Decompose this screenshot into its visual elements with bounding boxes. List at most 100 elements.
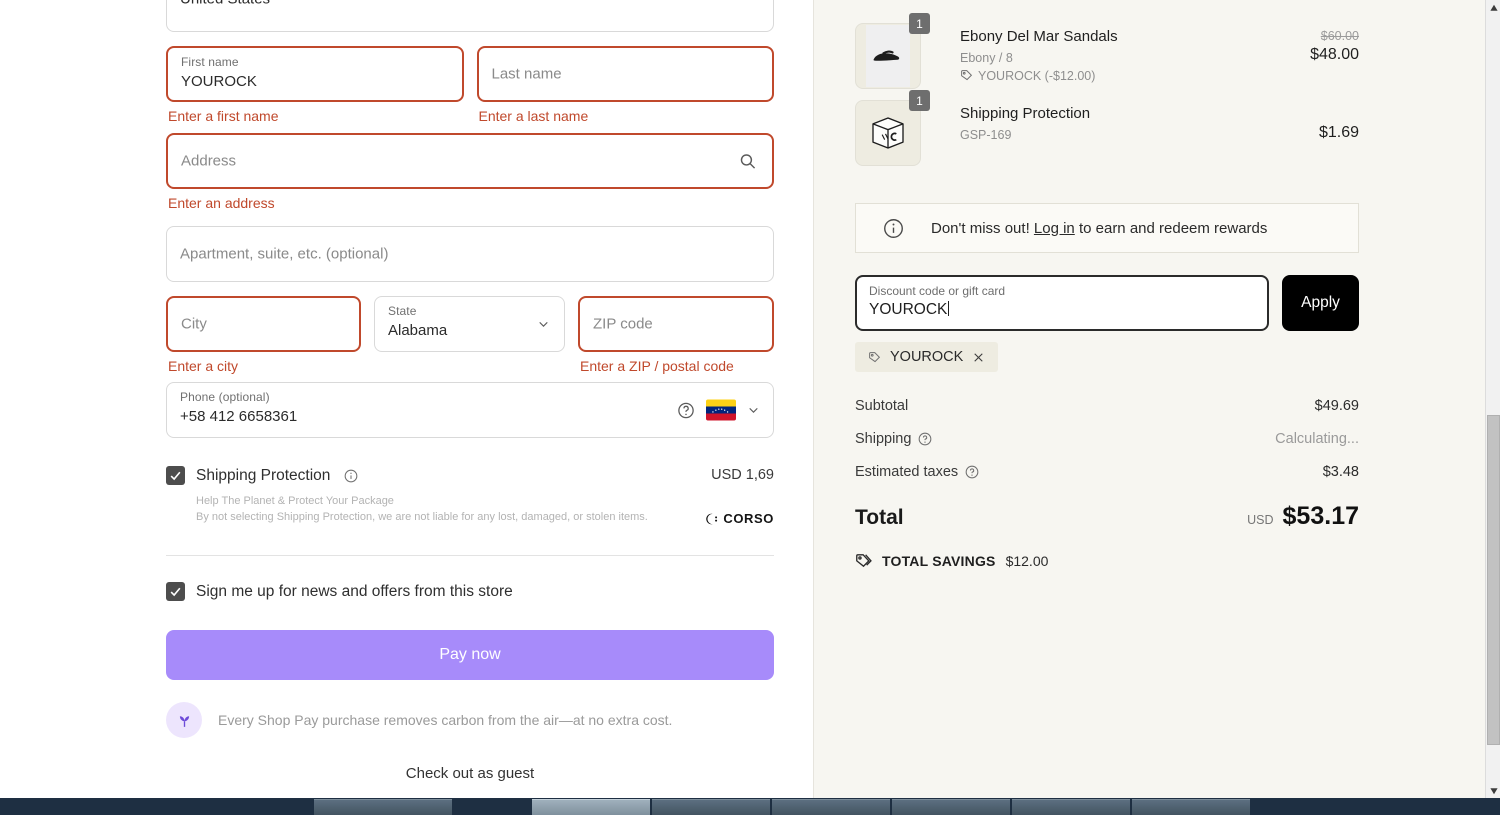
login-link[interactable]: Log in [1034,220,1075,237]
page-scrollbar[interactable] [1485,0,1500,798]
discount-label: Discount code or gift card [869,284,1006,298]
package-box-icon [872,117,904,149]
shipping-protection-checkbox[interactable] [166,466,185,486]
shipping-protection-sub2: By not selecting Shipping Protection, we… [196,511,648,524]
last-name-field[interactable]: Last name [476,46,774,102]
phone-country-chevron-down-icon[interactable] [747,404,760,417]
address-field[interactable]: Address [166,132,774,189]
city-field[interactable]: City [166,295,361,352]
leaf-icon [179,716,189,727]
rewards-prefix: Don't miss out! [931,219,1030,237]
close-icon[interactable] [972,351,985,364]
total-amount: $53.17 [1282,502,1359,530]
zip-placeholder: ZIP code [593,315,653,333]
last-name-placeholder: Last name [491,65,562,83]
zip-field[interactable]: ZIP code [578,295,774,352]
rewards-banner: Don't miss out! Log in to earn and redee… [855,203,1359,253]
newsletter-label: Sign me up for news and offers from this… [196,582,513,600]
newsletter-checkbox[interactable] [166,582,185,602]
item-discount: YOUROCK (-$12.00) [960,69,1118,83]
state-label: State [388,303,417,318]
phone-field[interactable]: Phone (optional) +58 412 6658361 [166,382,774,439]
taskbar-window-button[interactable] [772,799,890,815]
scroll-down-button[interactable] [1486,783,1500,798]
discount-input[interactable]: Discount code or gift card YOUROCK [855,275,1269,331]
taxes-value: $3.48 [1322,464,1359,480]
discount-value: YOUROCK [869,301,948,318]
total-line-taxes: Estimated taxes $3.48 [855,464,1359,480]
help-icon[interactable] [918,432,932,446]
item-details: Ebony Del Mar Sandals Ebony / 8 YOUROCK … [960,23,1118,83]
help-icon[interactable] [677,401,695,419]
total-label: Total [855,506,904,529]
taskbar-window-button[interactable] [892,799,1010,815]
check-icon [170,472,181,481]
first-name-field[interactable]: First name YOUROCK [166,46,464,102]
subtotal-value: $49.69 [1314,398,1359,414]
taskbar-window-button[interactable] [1132,799,1250,815]
country-flag-venezuela-icon [706,399,736,421]
shipping-label: Shipping [855,431,912,447]
item-title: Ebony Del Mar Sandals [960,28,1118,45]
leaf-icon-wrapper [166,702,202,739]
rewards-suffix: to earn and redeem rewards [1078,219,1268,237]
checkout-page: United States First name YOUROCK Enter a… [0,0,1500,815]
taskbar-start-area[interactable] [0,798,313,815]
scroll-up-button[interactable] [1486,0,1500,15]
taxes-label-wrapper: Estimated taxes [855,464,979,480]
state-value: Alabama [388,321,448,339]
item-variant: Ebony / 8 [960,50,1013,65]
pay-now-button[interactable]: Pay now [166,630,774,681]
shipping-address-form: United States First name YOUROCK Enter a… [166,0,774,782]
newsletter-row[interactable]: Sign me up for news and offers from this… [166,582,774,602]
search-icon[interactable] [739,152,756,169]
text-caret [948,301,950,316]
apartment-field[interactable]: Apartment, suite, etc. (optional) [166,225,774,282]
last-name-error: Enter a last name [478,108,589,124]
corso-mark-icon [706,513,718,525]
help-icon[interactable] [965,465,979,479]
item-discount-label: YOUROCK (-$12.00) [978,68,1096,83]
first-name-label: First name [181,55,239,69]
savings-tag-icon [856,554,872,568]
item-variant: GSP-169 [960,127,1012,142]
taskbar-window-button[interactable] [652,799,770,815]
order-summary-panel: 1 Ebony Del Mar Sandals Ebony / 8 YOUROC… [813,0,1485,798]
os-taskbar [0,798,1500,815]
discount-row: Discount code or gift card YOUROCK Apply [855,275,1359,331]
chevron-up-icon [1489,4,1498,11]
list-item: 1 Shipping Protection GSP-169 $1.69 [855,90,1359,166]
savings-amount: $12.00 [1005,552,1049,569]
carbon-note-text: Every Shop Pay purchase removes carbon f… [218,712,673,729]
shipping-protection-sub1: Help The Planet & Protect Your Package [196,495,394,508]
shipping-protection-description: Help The Planet & Protect Your Package B… [196,494,774,526]
scrollbar-thumb[interactable] [1487,415,1500,745]
first-name-error: Enter a first name [168,108,279,124]
taxes-label: Estimated taxes [855,464,959,480]
taskbar-window-button-active[interactable] [532,799,650,815]
phone-label: Phone (optional) [180,390,270,405]
taskbar-window-button[interactable] [1012,799,1130,815]
total-line-subtotal: Subtotal $49.69 [855,398,1359,414]
info-icon[interactable] [344,469,358,483]
city-state-zip-row: City Enter a city State Alabama ZIP code… [166,295,774,375]
applied-discount-chip: YOUROCK [855,342,999,372]
city-error: Enter a city [168,357,239,374]
state-select[interactable]: State Alabama [374,295,565,352]
first-name-value: YOUROCK [181,73,257,90]
country-field[interactable]: United States [166,0,774,32]
tag-icon [869,351,881,362]
total-amount-wrapper: USD $53.17 [1247,502,1359,531]
shipping-protection-title: Shipping Protection [196,466,331,484]
item-original-price: $60.00 [1320,29,1359,43]
shipping-protection-header: Shipping Protection USD 1,69 [166,466,774,486]
chevron-down-icon [539,321,548,327]
tag-icon [961,70,973,81]
order-summary: 1 Ebony Del Mar Sandals Ebony / 8 YOUROC… [855,13,1359,569]
savings-label: TOTAL SAVINGS [882,552,996,569]
shipping-protection-price: USD 1,69 [711,467,774,484]
taskbar-window-button[interactable] [314,799,452,815]
apply-discount-button[interactable]: Apply [1282,275,1359,331]
corso-wordmark: CORSO [723,511,774,527]
checkout-as-guest-link[interactable]: Check out as guest [166,765,774,782]
